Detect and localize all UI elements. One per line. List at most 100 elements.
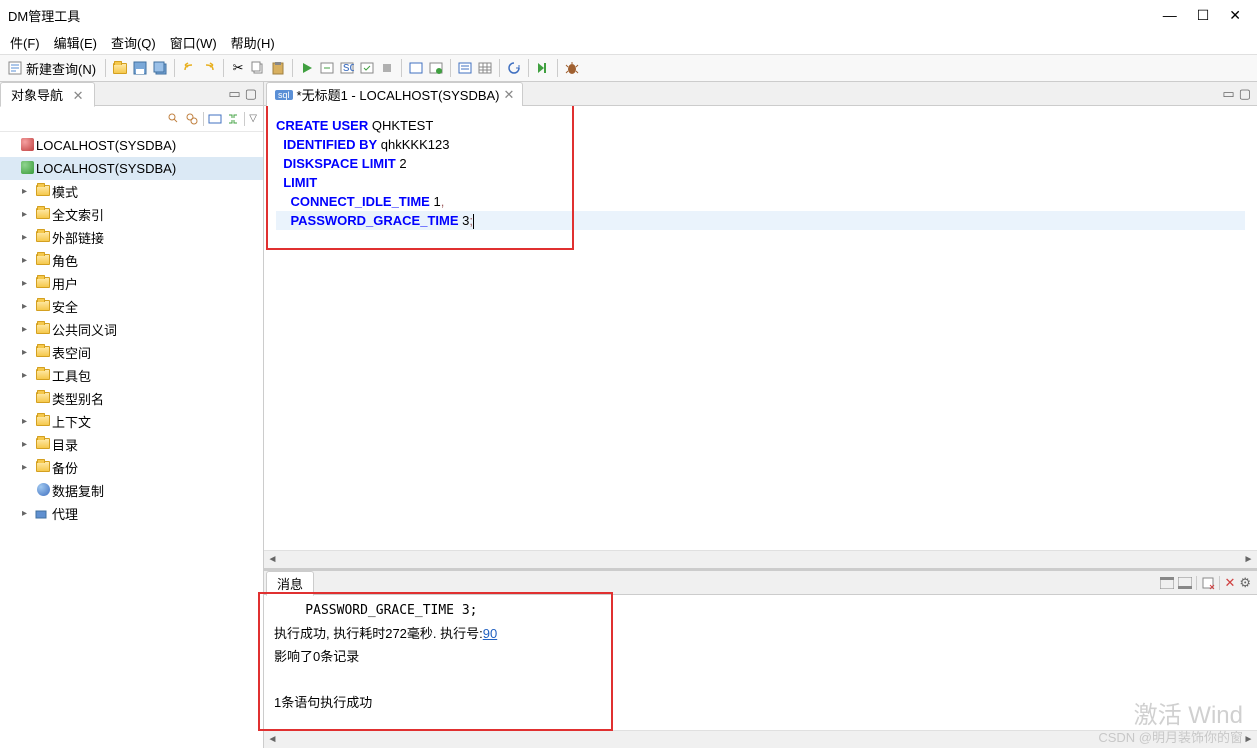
main-toolbar: 新建查询(N) ✂ sq (0, 54, 1257, 82)
paste-icon[interactable] (269, 59, 287, 77)
menu-help[interactable]: 帮助(H) (225, 31, 281, 54)
redo-icon[interactable] (200, 59, 218, 77)
messages-tab[interactable]: 消息 (266, 571, 314, 596)
maximize-button[interactable]: ☐ (1197, 7, 1210, 24)
msg-ctrl-icon[interactable] (1160, 577, 1174, 589)
tree-item-synonym[interactable]: ▸公共同义词 (0, 318, 263, 341)
object-nav-tab-label: 对象导航 (11, 88, 63, 103)
editor-tabbar: sql *无标题1 - LOCALHOST(SYSDBA) ✕ ▭ ▢ (264, 82, 1257, 106)
messages-output[interactable]: PASSWORD_GRACE_TIME 3; 执行成功, 执行耗时272毫秒. … (264, 595, 1257, 730)
sql-editor[interactable]: CREATE USER QHKTEST IDENTIFIED BY qhkKKK… (264, 106, 1257, 550)
tree-item-dblink[interactable]: ▸外部链接 (0, 226, 263, 249)
object-tree[interactable]: LOCALHOST(SYSDBA) LOCALHOST(SYSDBA) ▸模式 … (0, 132, 263, 748)
app-title: DM管理工具 (8, 6, 80, 25)
svg-text:sq: sq (343, 61, 354, 74)
new-query-label: 新建查询(N) (26, 59, 96, 78)
text-cursor (473, 214, 474, 229)
undo-icon[interactable] (180, 59, 198, 77)
open-icon[interactable] (111, 59, 129, 77)
filter-icon[interactable] (167, 112, 181, 126)
tree-item-schema[interactable]: ▸模式 (0, 180, 263, 203)
refresh-icon[interactable] (505, 59, 523, 77)
tree-item-security[interactable]: ▸安全 (0, 295, 263, 318)
connection-label: LOCALHOST(SYSDBA) (36, 138, 176, 153)
msg-settings-icon[interactable]: ⚙ (1239, 575, 1251, 591)
tool-icon-2[interactable] (427, 59, 445, 77)
link-editor-icon[interactable] (208, 112, 222, 126)
minimize-button[interactable]: — (1163, 7, 1177, 24)
msg-ctrl-icon[interactable] (1178, 577, 1192, 589)
tab-close-icon[interactable]: ✕ (504, 87, 515, 103)
tree-item-directory[interactable]: ▸目录 (0, 433, 263, 456)
messages-panel: 消息 ✕ ⚙ PASSWORD_GRACE_TIME 3; 执行成功, 执行耗时… (264, 568, 1257, 748)
connection-1[interactable]: LOCALHOST(SYSDBA) (0, 134, 263, 157)
debug-icon[interactable] (563, 59, 581, 77)
msg-close-icon[interactable]: ✕ (1224, 575, 1235, 591)
tree-item-package[interactable]: ▸工具包 (0, 364, 263, 387)
run-arrow-icon[interactable] (534, 59, 552, 77)
window-controls: — ☐ ✕ (1163, 7, 1249, 24)
tree-item-agent[interactable]: ▸代理 (0, 502, 263, 525)
expand-icon[interactable] (226, 112, 240, 126)
tree-item-user[interactable]: ▸用户 (0, 272, 263, 295)
tree-item-tablespace[interactable]: ▸表空间 (0, 341, 263, 364)
run-script-icon[interactable] (318, 59, 336, 77)
tree-item-role[interactable]: ▸角色 (0, 249, 263, 272)
msg-clear-icon[interactable] (1201, 576, 1215, 590)
messages-tabbar: 消息 ✕ ⚙ (264, 571, 1257, 595)
msg-line: 影响了0条记录 (274, 645, 1247, 668)
tree-item-context[interactable]: ▸上下文 (0, 410, 263, 433)
editor-tab[interactable]: sql *无标题1 - LOCALHOST(SYSDBA) ✕ (266, 82, 523, 107)
tool-icon-3[interactable] (456, 59, 474, 77)
close-button[interactable]: ✕ (1229, 7, 1241, 24)
msg-line: 执行成功, 执行耗时272毫秒. 执行号:90 (274, 622, 1247, 645)
editor-hscrollbar[interactable]: ◄ ► (264, 550, 1257, 568)
grid-icon[interactable] (476, 59, 494, 77)
messages-hscrollbar[interactable]: ◄ ► (264, 730, 1257, 748)
msg-line: PASSWORD_GRACE_TIME 3; (274, 599, 1247, 622)
editor-ctrl-icon[interactable]: ▢ (1239, 86, 1251, 102)
exec-id-link[interactable]: 90 (483, 626, 497, 641)
tool-icon-1[interactable] (407, 59, 425, 77)
connection-label: LOCALHOST(SYSDBA) (36, 161, 176, 176)
msg-line: 1条语句执行成功 (274, 691, 1247, 714)
collapse-panel-icon[interactable]: ▢ (245, 86, 257, 102)
save-icon[interactable] (131, 59, 149, 77)
filter2-icon[interactable] (185, 112, 199, 126)
stop-icon[interactable] (378, 59, 396, 77)
cut-icon[interactable]: ✂ (229, 59, 247, 77)
tree-item-typealias[interactable]: 类型别名 (0, 387, 263, 410)
menu-dropdown-icon[interactable]: ▽ (249, 113, 257, 124)
main-area: 对象导航 ✕ ▭ ▢ ▽ LOCALHOST(SYSDBA) L (0, 82, 1257, 748)
scroll-right-icon[interactable]: ► (1240, 551, 1257, 568)
new-query-button[interactable]: 新建查询(N) (4, 59, 100, 78)
tree-item-fulltext[interactable]: ▸全文索引 (0, 203, 263, 226)
title-bar: DM管理工具 — ☐ ✕ (0, 0, 1257, 30)
object-nav-tab[interactable]: 对象导航 ✕ (0, 82, 95, 107)
run-icon[interactable] (298, 59, 316, 77)
tree-item-replication[interactable]: 数据复制 (0, 479, 263, 502)
menu-query[interactable]: 查询(Q) (105, 31, 162, 54)
scroll-left-icon[interactable]: ◄ (264, 731, 281, 748)
tree-item-backup[interactable]: ▸备份 (0, 456, 263, 479)
object-navigator-panel: 对象导航 ✕ ▭ ▢ ▽ LOCALHOST(SYSDBA) L (0, 82, 264, 748)
commit-icon[interactable] (358, 59, 376, 77)
sql-badge-icon: sql (275, 90, 293, 100)
messages-tab-label: 消息 (277, 577, 303, 592)
minimize-panel-icon[interactable]: ▭ (228, 86, 240, 102)
menu-window[interactable]: 窗口(W) (164, 31, 223, 54)
editor-ctrl-icon[interactable]: ▭ (1222, 86, 1234, 102)
object-nav-tabbar: 对象导航 ✕ ▭ ▢ (0, 82, 263, 106)
editor-panel: sql *无标题1 - LOCALHOST(SYSDBA) ✕ ▭ ▢ CREA… (264, 82, 1257, 748)
save-all-icon[interactable] (151, 59, 169, 77)
connection-2[interactable]: LOCALHOST(SYSDBA) (0, 157, 263, 180)
menu-file[interactable]: 件(F) (4, 31, 46, 54)
editor-tab-title: *无标题1 - LOCALHOST(SYSDBA) (297, 85, 500, 104)
scroll-left-icon[interactable]: ◄ (264, 551, 281, 568)
tab-close-icon[interactable]: ✕ (73, 88, 84, 103)
menu-edit[interactable]: 编辑(E) (48, 31, 103, 54)
scroll-right-icon[interactable]: ► (1240, 731, 1257, 748)
new-query-icon (8, 61, 22, 75)
copy-icon[interactable] (249, 59, 267, 77)
explain-icon[interactable]: sq (338, 59, 356, 77)
